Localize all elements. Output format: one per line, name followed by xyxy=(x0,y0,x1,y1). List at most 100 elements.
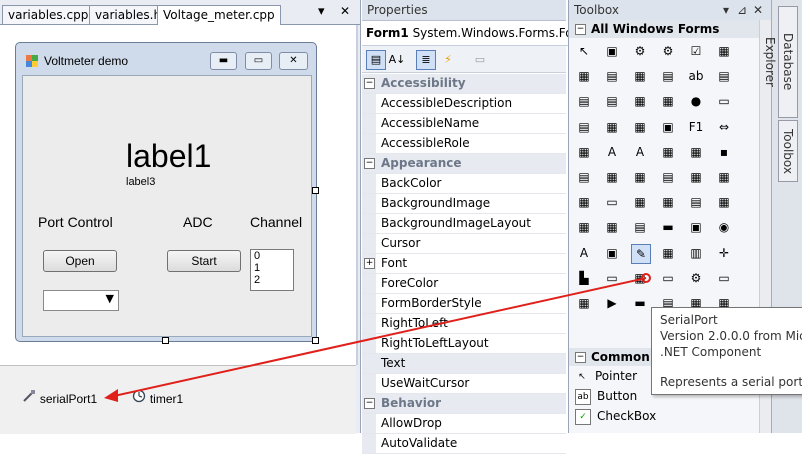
tab-voltage-meter-cpp[interactable]: Voltage_meter.cpp xyxy=(157,5,281,25)
toolbox-control-icon[interactable]: ▦ xyxy=(659,92,677,110)
toolbox-control-icon[interactable]: ● xyxy=(687,92,705,110)
toolbox-control-icon[interactable]: ▦ xyxy=(715,168,733,186)
toolbox-control-icon[interactable]: ▦ xyxy=(715,42,733,60)
toolbox-control-icon[interactable]: ab xyxy=(687,67,705,85)
start-button[interactable]: Start xyxy=(167,250,241,272)
toolbox-control-icon[interactable]: ⚙ xyxy=(687,269,705,287)
toolbox-control-icon[interactable]: ▦ xyxy=(631,193,649,211)
toolbox-control-icon[interactable]: ▭ xyxy=(603,269,621,287)
toolbox-control-icon[interactable]: ▦ xyxy=(631,67,649,85)
tray-item-timer[interactable]: timer1 xyxy=(132,389,183,406)
toolbox-control-icon[interactable]: ▣ xyxy=(603,42,621,60)
port-combobox[interactable]: ▼ xyxy=(43,290,119,311)
toolbox-control-icon[interactable]: ◉ xyxy=(715,218,733,236)
toolbox-control-icon[interactable]: ▣ xyxy=(603,244,621,262)
property-row[interactable]: + Font xyxy=(362,254,566,274)
toolbox-item-pointer[interactable]: ↖ Pointer xyxy=(575,366,637,386)
property-row[interactable]: BackColor xyxy=(362,174,566,194)
property-row[interactable]: RightToLeftLayout xyxy=(362,334,566,354)
toolbox-control-icon[interactable]: ⚙ xyxy=(631,42,649,60)
toolbox-control-icon[interactable]: ▣ xyxy=(659,118,677,136)
alphabetical-icon[interactable]: A↓ xyxy=(387,50,407,70)
collapse-icon[interactable]: − xyxy=(364,158,375,169)
collapse-icon[interactable]: − xyxy=(575,352,586,363)
toolbox-control-icon[interactable]: ▤ xyxy=(715,67,733,85)
toolbox-control-icon[interactable]: ↖ xyxy=(575,42,593,60)
property-row[interactable]: BackgroundImageLayout xyxy=(362,214,566,234)
collapse-icon[interactable]: − xyxy=(364,78,375,89)
resize-handle[interactable] xyxy=(312,187,319,194)
property-pages-icon[interactable]: ▭ xyxy=(470,50,490,70)
tab-dropdown-icon[interactable]: ▾ xyxy=(318,4,325,19)
toolbox-control-icon[interactable]: ☑ xyxy=(687,42,705,60)
list-item[interactable]: 0 xyxy=(254,250,293,262)
collapse-icon[interactable]: − xyxy=(364,398,375,409)
toolbox-control-icon[interactable]: ▭ xyxy=(659,269,677,287)
toolbox-control-icon[interactable]: ⚙ xyxy=(659,42,677,60)
toolbox-item-checkbox[interactable]: ✓ CheckBox xyxy=(575,406,656,426)
toolbox-control-icon[interactable]: ▤ xyxy=(659,168,677,186)
list-item[interactable]: 1 xyxy=(254,262,293,274)
expand-icon[interactable]: + xyxy=(364,258,375,269)
toolbox-control-icon[interactable]: ▤ xyxy=(631,218,649,236)
adc-label[interactable]: ADC xyxy=(183,214,213,230)
toolbox-control-icon[interactable]: ▶ xyxy=(603,294,621,312)
property-row[interactable]: AutoValidate xyxy=(362,434,566,454)
toolbox-control-icon[interactable]: ▙ xyxy=(575,269,593,287)
toolbox-control-icon[interactable]: ▦ xyxy=(659,193,677,211)
toolbox-control-icon[interactable]: ▬ xyxy=(659,218,677,236)
channel-listbox[interactable]: 0 1 2 xyxy=(250,249,294,291)
toolbox-control-icon[interactable]: ▭ xyxy=(603,193,621,211)
property-row[interactable]: AccessibleRole xyxy=(362,134,566,154)
toolbox-control-icon[interactable]: ▦ xyxy=(575,67,593,85)
category-behavior[interactable]: − Behavior xyxy=(362,394,566,414)
toolbox-control-icon[interactable]: ▦ xyxy=(687,168,705,186)
minimize-icon[interactable]: ▬ xyxy=(210,52,237,70)
dropdown-icon[interactable]: ▾ xyxy=(723,0,729,20)
list-item[interactable]: 2 xyxy=(254,274,293,286)
property-row[interactable]: AccessibleName xyxy=(362,114,566,134)
property-row[interactable]: AccessibleDescription xyxy=(362,94,566,114)
properties-view-icon[interactable]: ≣ xyxy=(416,50,436,70)
toolbox-control-icon[interactable]: ▦ xyxy=(631,269,649,287)
toolbox-control-icon[interactable]: ▥ xyxy=(687,244,705,262)
toolbox-control-icon[interactable]: ▬ xyxy=(631,294,649,312)
object-selector[interactable]: Form1 System.Windows.Forms.Form xyxy=(362,21,570,46)
property-row[interactable]: AllowDrop xyxy=(362,414,566,434)
toolbox-control-icon[interactable]: ▦ xyxy=(687,143,705,161)
maximize-icon[interactable]: ▭ xyxy=(245,52,272,70)
close-tab-icon[interactable]: ✕ xyxy=(340,4,350,18)
tab-toolbox[interactable]: Toolbox xyxy=(778,120,798,182)
toolbox-control-icon[interactable]: ▦ xyxy=(575,218,593,236)
category-appearance[interactable]: − Appearance xyxy=(362,154,566,174)
collapse-icon[interactable]: − xyxy=(575,24,586,35)
property-row[interactable]: BackgroundImage xyxy=(362,194,566,214)
toolbox-control-icon[interactable]: ▦ xyxy=(659,143,677,161)
toolbox-control-icon[interactable]: ▦ xyxy=(603,118,621,136)
property-row[interactable]: Cursor xyxy=(362,234,566,254)
resize-handle[interactable] xyxy=(312,337,319,344)
label1[interactable]: label1 xyxy=(126,138,211,175)
channel-label[interactable]: Channel xyxy=(250,214,302,230)
toolbox-control-icon[interactable]: ✛ xyxy=(715,244,733,262)
toolbox-control-icon[interactable]: ▦ xyxy=(575,294,593,312)
categorized-icon[interactable]: ▤ xyxy=(366,50,386,70)
events-icon[interactable]: ⚡ xyxy=(438,50,458,70)
property-row[interactable]: RightToLeft xyxy=(362,314,566,334)
toolbox-item-button[interactable]: ab Button xyxy=(575,386,637,406)
toolbox-control-icon[interactable]: ▦ xyxy=(575,143,593,161)
toolbox-control-icon[interactable]: ▦ xyxy=(631,92,649,110)
property-row[interactable]: Text xyxy=(362,354,566,374)
tab-variables-h[interactable]: variables.h xyxy=(89,5,165,24)
toolbox-control-icon[interactable]: ▪ xyxy=(715,143,733,161)
toolbox-control-icon[interactable]: ▭ xyxy=(715,269,733,287)
open-button[interactable]: Open xyxy=(43,250,117,272)
toolbox-control-icon[interactable]: ▦ xyxy=(603,168,621,186)
toolbox-control-icon[interactable]: ▦ xyxy=(659,244,677,262)
toolbox-control-icon[interactable]: ▤ xyxy=(603,92,621,110)
toolbox-control-icon[interactable]: ▤ xyxy=(659,67,677,85)
category-accessibility[interactable]: − Accessibility xyxy=(362,74,566,94)
port-control-label[interactable]: Port Control xyxy=(38,214,113,230)
close-icon[interactable]: ✕ xyxy=(279,52,308,70)
toolbox-control-icon[interactable]: A xyxy=(575,244,593,262)
